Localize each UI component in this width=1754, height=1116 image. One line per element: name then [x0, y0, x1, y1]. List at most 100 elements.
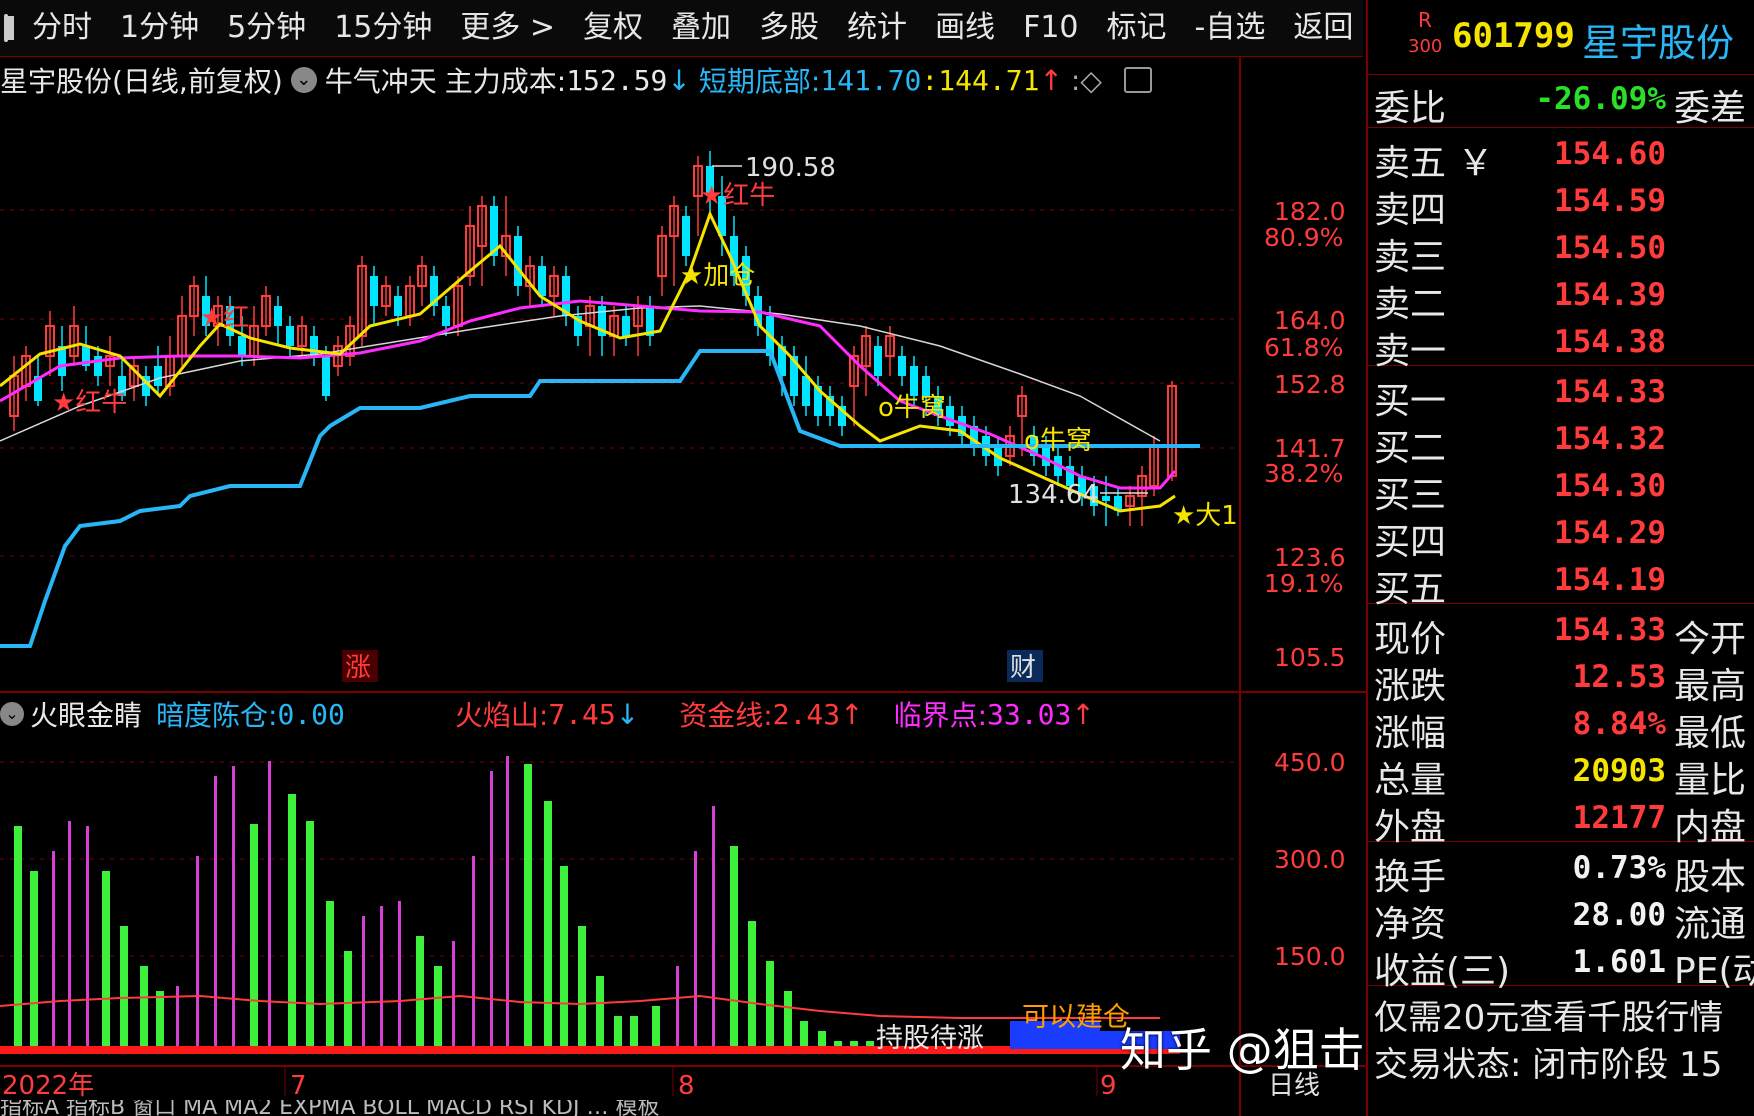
build-label: 可以建仓: [1022, 1002, 1130, 1033]
indicator-bar: [676, 966, 679, 1054]
buy-level-row[interactable]: 买二 154.32: [1368, 415, 1754, 469]
tab-1min[interactable]: 1分钟: [106, 0, 213, 56]
bottom-indicator-tabs[interactable]: 指标A 指标B 窗口 MA MA2 EXPMA BOLL MACD RSI KD…: [0, 1100, 1363, 1116]
volume-bars: [14, 756, 874, 1054]
low-price-label: 134.64: [1008, 480, 1099, 510]
indicator-bar: [232, 766, 235, 1054]
tab-15min[interactable]: 15分钟: [320, 0, 446, 56]
buy-level-value: 154.29: [1554, 515, 1666, 551]
add-position-label: ★加仓: [680, 261, 755, 291]
tab-intraday[interactable]: 分时: [18, 0, 106, 56]
top-toolbar: 分时 1分钟 5分钟 15分钟 更多 > 复权 叠加 多股 统计 画线 F10 …: [0, 0, 1363, 57]
weibi-row: 委比 -26.09% 委差: [1368, 75, 1754, 129]
weicha-label: 委差: [1674, 88, 1747, 129]
sub-axis: 450.0 300.0 150.0: [1274, 748, 1346, 971]
panel-toggle-icon[interactable]: [4, 14, 14, 42]
indicator-bar: [472, 856, 475, 1054]
indicator-bar: [416, 936, 424, 1054]
critical-value: 33.03: [987, 697, 1072, 731]
stat-row[interactable]: 换手 0.73% 股本: [1368, 844, 1754, 898]
sell-level-value: 154.39: [1554, 277, 1666, 313]
red-bull-label-2: ★红牛: [700, 181, 775, 211]
buy-level-row[interactable]: 买一 154.33: [1368, 368, 1754, 422]
statistics-button[interactable]: 统计: [833, 0, 921, 56]
sell-level-row[interactable]: 卖三 154.50: [1368, 224, 1754, 278]
stat-value: 0.73%: [1572, 850, 1666, 886]
ad-row[interactable]: 仅需20元查看千股行情: [1368, 986, 1754, 1038]
fire-arrow: ↓: [615, 697, 640, 731]
candle-body: [802, 376, 810, 406]
buy-level-value: 154.30: [1554, 468, 1666, 504]
indicator-bar: [140, 966, 148, 1054]
stat-row[interactable]: 总量 20903 量比: [1368, 747, 1754, 801]
price-chart[interactable]: 190.58 134.64 ★红牛 ★红牛 ★红 ★加仓 o牛窝 o牛窝 ★大1…: [0, 56, 1366, 1116]
draw-line-button[interactable]: 画线: [921, 0, 1009, 56]
candle-body: [910, 366, 918, 396]
stat-row[interactable]: 净资 28.00 流通: [1368, 891, 1754, 945]
indicator-bar: [596, 976, 604, 1054]
stats-block-2: 换手 0.73% 股本 净资 28.00 流通 收益(三) 1.601 PE(动: [1368, 842, 1754, 992]
sell-level-row[interactable]: 卖四 154.59: [1368, 177, 1754, 231]
sub-indicator-dropdown-icon[interactable]: ⌄: [0, 702, 24, 726]
indicator-bar: [730, 846, 738, 1054]
fund-value: 2.43: [772, 697, 841, 731]
candle-body: [682, 216, 690, 256]
stat-row[interactable]: 涨幅 8.84% 最低: [1368, 700, 1754, 754]
stat-value: 28.00: [1572, 897, 1666, 933]
indicator-bar: [268, 761, 271, 1054]
time-label: 2022年: [2, 1071, 94, 1101]
stat-value: 20903: [1572, 753, 1666, 789]
back-button[interactable]: 返回: [1279, 0, 1367, 56]
axis-label: 150.0: [1274, 942, 1346, 971]
sell-level-row[interactable]: 卖一 154.38: [1368, 318, 1754, 372]
indicator-bar: [306, 821, 314, 1054]
indicator-bar: [766, 961, 774, 1054]
candle-body: [514, 236, 522, 286]
stock-code: 601799: [1452, 16, 1575, 56]
indicator-bar: [250, 824, 258, 1054]
multi-stock-button[interactable]: 多股: [745, 0, 833, 56]
tab-more[interactable]: 更多 >: [446, 0, 569, 56]
ad-text[interactable]: 仅需20元查看千股行情: [1374, 990, 1723, 1039]
axis-label: 123.6: [1274, 543, 1346, 572]
sell-level-row[interactable]: 卖五 ￥ 154.60: [1368, 130, 1754, 184]
stat-row[interactable]: 现价 154.33 今开: [1368, 606, 1754, 660]
buy-level-label: 买五: [1374, 569, 1447, 610]
sell-level-value: 154.59: [1554, 183, 1666, 219]
critical-arrow: ↑: [1071, 697, 1095, 731]
overlay-button[interactable]: 叠加: [657, 0, 745, 56]
indicator-bar: [214, 776, 217, 1054]
candle-body: [946, 406, 954, 426]
indicator-bar: [506, 756, 509, 1054]
candle-body: [622, 316, 630, 336]
remove-watchlist-button[interactable]: -自选: [1181, 0, 1280, 56]
buy-level-row[interactable]: 买五 154.19: [1368, 556, 1754, 610]
stock-header: R 300 601799 星宇股份: [1368, 0, 1754, 75]
stat-row[interactable]: 涨跌 12.53 最高: [1368, 653, 1754, 707]
fire-label: 火焰山:: [454, 699, 549, 732]
tab-5min[interactable]: 5分钟: [213, 0, 320, 56]
indicator-bar: [398, 901, 401, 1054]
trade-status-row: 交易状态: 闭市阶段 15: [1368, 1033, 1754, 1085]
indicator-bar: [326, 901, 334, 1054]
buy-level-row[interactable]: 买三 154.30: [1368, 462, 1754, 516]
sub-indicator-name[interactable]: 火眼金睛: [30, 694, 142, 734]
axis-label: 300.0: [1274, 845, 1346, 874]
quote-panel: R 300 601799 星宇股份 委比 -26.09% 委差 卖五 ￥ 154.…: [1366, 0, 1754, 1116]
candle-body: [322, 356, 330, 396]
buy-level-row[interactable]: 买四 154.29: [1368, 509, 1754, 563]
sub-indicator-header: ⌄ 火眼金睛 暗度陈仓: 0.00 火焰山: 7.45 ↓ 资金线: 2.43 …: [0, 694, 1095, 734]
f10-button[interactable]: F10: [1009, 0, 1092, 56]
stat-value: 8.84%: [1572, 706, 1666, 742]
adjust-button[interactable]: 复权: [569, 0, 657, 56]
axis-label: 80.9%: [1264, 223, 1343, 252]
finance-marker: 财: [1010, 653, 1036, 683]
sell-level-row[interactable]: 卖二 154.39: [1368, 271, 1754, 325]
stat-row[interactable]: 收益(三) 1.601 PE(动: [1368, 938, 1754, 992]
mark-button[interactable]: 标记: [1093, 0, 1181, 56]
critical-band: [0, 1046, 1180, 1054]
stat-row[interactable]: 外盘 12177 内盘: [1368, 794, 1754, 848]
axis-label: 152.8: [1274, 370, 1346, 399]
candle-body: [274, 306, 282, 326]
indicator-bar: [14, 826, 22, 1054]
